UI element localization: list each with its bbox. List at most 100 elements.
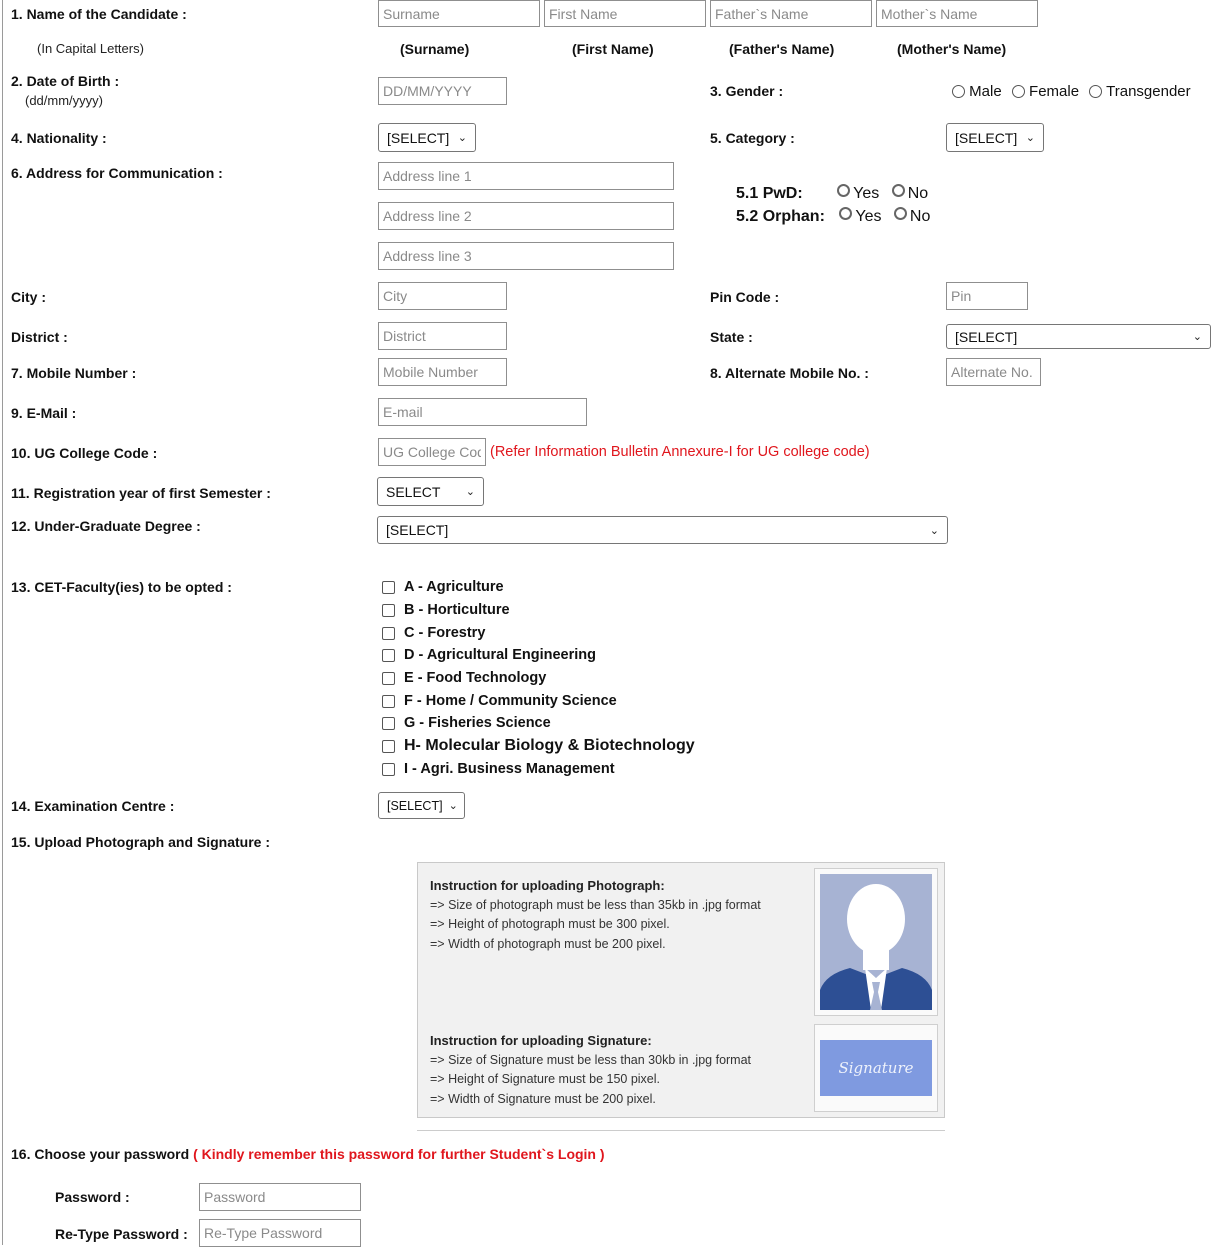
orphan-yes-radio[interactable]: Yes — [839, 207, 882, 225]
chevron-down-icon: ⌄ — [457, 132, 467, 144]
exam-centre-label: 14. Examination Centre : — [11, 798, 175, 814]
orphan-label: 5.2 Orphan: — [736, 208, 825, 225]
faculty-option-label: G - Fisheries Science — [404, 715, 551, 731]
faculty-checkbox-c[interactable]: C - Forestry — [382, 625, 485, 641]
radio-icon — [839, 207, 853, 220]
photo-instructions-title: Instruction for uploading Photograph: — [430, 878, 665, 893]
email-label: 9. E-Mail : — [11, 405, 77, 421]
mother-name-input[interactable] — [876, 0, 1038, 27]
registration-year-selected-value: SELECT — [386, 483, 441, 500]
signature-placeholder-image: Signature — [820, 1040, 932, 1096]
faculty-option-label: E - Food Technology — [404, 670, 547, 686]
orphan-no-radio[interactable]: No — [893, 207, 931, 225]
pwd-yes-radio[interactable]: Yes — [837, 184, 880, 202]
faculty-option-label: C - Forestry — [404, 625, 486, 641]
retype-password-input[interactable] — [199, 1219, 361, 1247]
signature-placeholder-text: Signature — [838, 1059, 914, 1077]
address-label: 6. Address for Communication : — [11, 165, 223, 181]
radio-icon — [952, 85, 965, 98]
state-select[interactable]: [SELECT] ⌄ — [946, 324, 1211, 349]
surname-header: (Surname) — [400, 41, 470, 57]
signature-instruction-line: => Width of Signature must be 200 pixel. — [430, 1091, 656, 1106]
photo-upload[interactable] — [814, 868, 938, 1016]
password-section-heading: 16. Choose your password ( Kindly rememb… — [11, 1146, 605, 1162]
radio-icon — [891, 184, 905, 197]
faculty-option-label: B - Horticulture — [404, 602, 510, 618]
gender-male-radio[interactable]: Male — [952, 83, 1002, 100]
district-input[interactable] — [378, 322, 507, 350]
alt-mobile-input[interactable] — [946, 358, 1041, 386]
checkbox-icon — [382, 626, 395, 640]
address-line2-input[interactable] — [378, 202, 674, 230]
city-input[interactable] — [378, 282, 507, 310]
orphan-no-label: No — [909, 208, 931, 225]
faculty-checkbox-e[interactable]: E - Food Technology — [382, 670, 546, 686]
pin-input[interactable] — [946, 282, 1028, 310]
gender-label: 3. Gender : — [710, 83, 784, 99]
faculty-option-label: A - Agriculture — [404, 579, 504, 595]
exam-centre-select[interactable]: [SELECT] ⌄ — [378, 792, 465, 819]
pin-label: Pin Code : — [710, 289, 780, 305]
orphan-yes-label: Yes — [855, 208, 882, 225]
faculty-checkbox-a[interactable]: A - Agriculture — [382, 579, 504, 595]
chevron-down-icon: ⌄ — [1192, 331, 1202, 343]
divider — [417, 1130, 945, 1131]
faculty-checkbox-d[interactable]: D - Agricultural Engineering — [382, 647, 596, 663]
registration-year-select[interactable]: SELECT ⌄ — [377, 477, 484, 506]
faculty-checkbox-f[interactable]: F - Home / Community Science — [382, 693, 617, 709]
ug-degree-select[interactable]: [SELECT] ⌄ — [377, 516, 948, 544]
faculty-option-label: I - Agri. Business Management — [404, 761, 615, 777]
dob-input[interactable] — [378, 77, 507, 105]
nationality-selected-value: [SELECT] — [387, 129, 450, 146]
signature-upload[interactable]: Signature — [814, 1024, 938, 1112]
gender-transgender-radio[interactable]: Transgender — [1089, 83, 1191, 100]
father-name-header: (Father's Name) — [729, 41, 835, 57]
state-selected-value: [SELECT] — [955, 328, 1018, 345]
address-line1-input[interactable] — [378, 162, 674, 190]
gender-female-radio[interactable]: Female — [1011, 83, 1080, 100]
signature-instruction-line: => Size of Signature must be less than 3… — [430, 1052, 752, 1067]
category-select[interactable]: [SELECT] ⌄ — [946, 123, 1044, 152]
dob-label: 2. Date of Birth : — [11, 73, 120, 89]
first-name-input[interactable] — [544, 0, 706, 27]
email-input[interactable] — [378, 398, 587, 426]
ug-college-code-note: (Refer Information Bulletin Annexure-I f… — [490, 444, 870, 460]
checkbox-icon — [382, 671, 395, 685]
ug-college-code-input[interactable] — [378, 438, 486, 466]
radio-icon — [1011, 85, 1025, 98]
mobile-input[interactable] — [378, 358, 507, 386]
surname-input[interactable] — [378, 0, 540, 27]
state-label: State : — [710, 329, 753, 345]
password-input[interactable] — [199, 1183, 361, 1211]
gender-female-label: Female — [1029, 83, 1080, 100]
password-label: Password : — [55, 1189, 130, 1205]
retype-password-label: Re-Type Password : — [55, 1226, 188, 1242]
ug-degree-label: 12. Under-Graduate Degree : — [11, 518, 201, 534]
signature-instructions-title: Instruction for uploading Signature: — [430, 1033, 652, 1048]
checkbox-icon — [382, 694, 395, 708]
checkbox-icon — [382, 648, 395, 662]
address-line3-input[interactable] — [378, 242, 674, 270]
faculty-checkbox-g[interactable]: G - Fisheries Science — [382, 715, 551, 731]
checkbox-icon — [382, 739, 395, 753]
photo-instruction-line: => Height of photograph must be 300 pixe… — [430, 917, 670, 931]
orphan-row: 5.2 Orphan: Yes No — [736, 207, 930, 226]
chevron-down-icon: ⌄ — [1025, 132, 1035, 144]
capital-letters-note: (In Capital Letters) — [37, 41, 144, 56]
faculty-checkbox-h[interactable]: H- Molecular Biology & Biotechnology — [382, 737, 695, 755]
password-section-label: 16. Choose your password — [11, 1146, 190, 1162]
upload-label: 15. Upload Photograph and Signature : — [11, 834, 271, 850]
checkbox-icon — [382, 603, 395, 617]
avatar-placeholder-icon — [820, 874, 932, 1010]
pwd-no-radio[interactable]: No — [891, 184, 928, 202]
father-name-input[interactable] — [710, 0, 872, 27]
checkbox-icon — [382, 716, 395, 730]
name-label: 1. Name of the Candidate : — [11, 6, 187, 22]
district-label: District : — [11, 329, 68, 345]
radio-icon — [1089, 85, 1103, 98]
faculty-checkbox-i[interactable]: I - Agri. Business Management — [382, 761, 615, 777]
pwd-yes-label: Yes — [853, 185, 880, 202]
faculty-checkbox-b[interactable]: B - Horticulture — [382, 602, 510, 618]
nationality-select[interactable]: [SELECT] ⌄ — [378, 123, 476, 152]
ug-college-code-label: 10. UG College Code : — [11, 445, 158, 461]
